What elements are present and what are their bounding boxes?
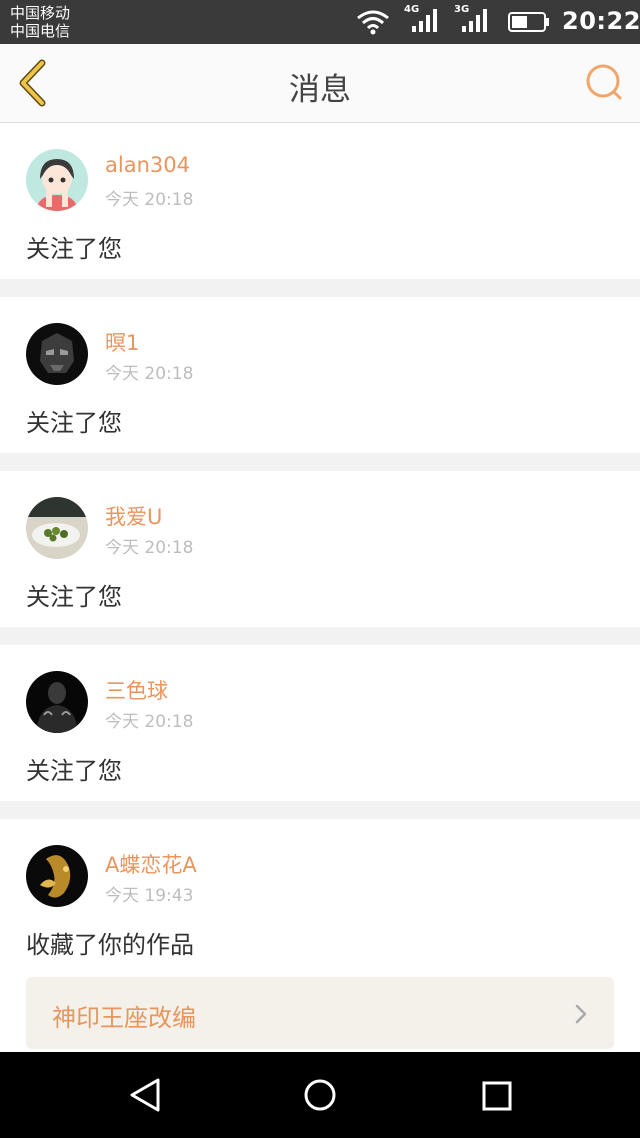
clock: 20:22 bbox=[562, 7, 640, 35]
action-text: 关注了您 bbox=[26, 583, 122, 611]
system-nav-bar bbox=[0, 1052, 640, 1138]
chevron-right-icon bbox=[575, 1004, 587, 1024]
message-card[interactable]: 我爱U 今天 20:18 关注了您 bbox=[0, 471, 640, 627]
card-divider bbox=[0, 279, 640, 297]
network-label-3g: 3G bbox=[454, 4, 470, 15]
circle-home-icon bbox=[304, 1079, 336, 1111]
dark-figure-avatar[interactable] bbox=[26, 671, 88, 733]
timestamp: 今天 20:18 bbox=[105, 538, 194, 558]
action-text: 关注了您 bbox=[26, 757, 122, 785]
username[interactable]: A蝶恋花A bbox=[105, 849, 197, 879]
search-button[interactable] bbox=[584, 62, 624, 102]
battery-icon bbox=[508, 12, 549, 32]
square-recents-icon bbox=[482, 1081, 512, 1111]
carrier-info: 中国移动 中国电信 bbox=[10, 4, 70, 40]
app-header: 消息 bbox=[0, 44, 640, 123]
page-title: 消息 bbox=[289, 72, 351, 108]
username[interactable]: 暝1 bbox=[105, 327, 139, 357]
message-feed: alan304 今天 20:18 关注了您 暝1 今天 20:18 关注了您 我… bbox=[0, 123, 640, 1059]
work-link[interactable]: 神印王座改编 bbox=[26, 977, 614, 1049]
gold-figure-avatar[interactable] bbox=[26, 845, 88, 907]
message-card[interactable]: 三色球 今天 20:18 关注了您 bbox=[0, 645, 640, 801]
timestamp: 今天 20:18 bbox=[105, 190, 194, 210]
message-card[interactable]: 暝1 今天 20:18 关注了您 bbox=[0, 297, 640, 453]
nav-home-button[interactable] bbox=[300, 1075, 340, 1115]
action-text: 关注了您 bbox=[26, 409, 122, 437]
message-card[interactable]: alan304 今天 20:18 关注了您 bbox=[0, 123, 640, 279]
work-title: 神印王座改编 bbox=[52, 1004, 196, 1032]
timestamp: 今天 19:43 bbox=[105, 886, 194, 906]
wifi-icon bbox=[357, 10, 389, 35]
username[interactable]: alan304 bbox=[105, 153, 190, 177]
status-bar: 中国移动 中国电信 4G 3G 20:22 bbox=[0, 0, 640, 44]
action-text: 关注了您 bbox=[26, 235, 122, 263]
username[interactable]: 我爱U bbox=[105, 501, 162, 531]
action-text: 收藏了你的作品 bbox=[26, 931, 194, 959]
food-photo-avatar[interactable] bbox=[26, 497, 88, 559]
timestamp: 今天 20:18 bbox=[105, 364, 194, 384]
timestamp: 今天 20:18 bbox=[105, 712, 194, 732]
carrier-2: 中国电信 bbox=[10, 22, 71, 40]
message-card[interactable]: A蝶恋花A 今天 19:43 收藏了你的作品 神印王座改编 bbox=[0, 819, 640, 1059]
dark-mask-avatar[interactable] bbox=[26, 323, 88, 385]
nav-back-button[interactable] bbox=[126, 1075, 166, 1115]
signal-4g: 4G bbox=[404, 4, 440, 36]
nav-recents-button[interactable] bbox=[476, 1075, 516, 1115]
carrier-1: 中国移动 bbox=[10, 4, 71, 22]
triangle-back-icon bbox=[130, 1078, 160, 1112]
card-divider bbox=[0, 627, 640, 645]
card-divider bbox=[0, 801, 640, 819]
anime-girl-avatar[interactable] bbox=[26, 149, 88, 211]
search-icon bbox=[586, 64, 622, 100]
card-divider bbox=[0, 453, 640, 471]
username[interactable]: 三色球 bbox=[105, 675, 168, 705]
signal-3g: 3G bbox=[454, 4, 490, 36]
network-label-4g: 4G bbox=[404, 4, 420, 15]
